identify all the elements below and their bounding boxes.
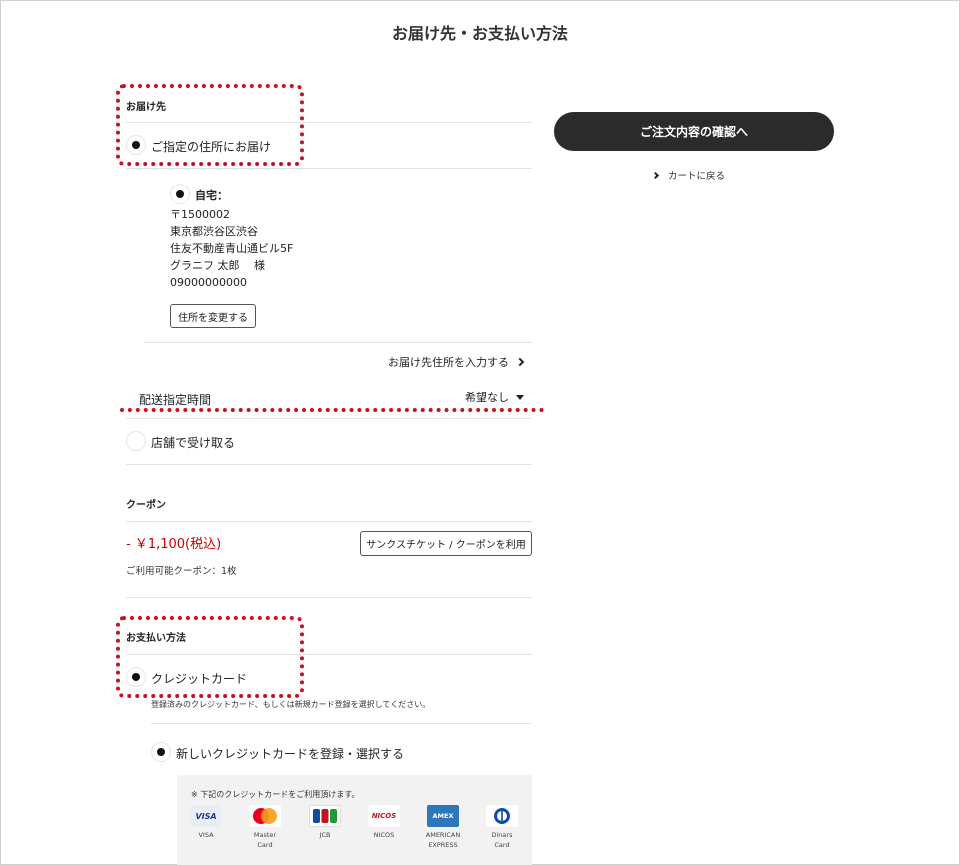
delivery-time-select[interactable]: 希望なし — [465, 389, 524, 405]
confirm-order-button[interactable]: ご注文内容の確認へ — [554, 112, 834, 151]
caret-down-icon — [516, 394, 524, 400]
address-line2: 住友不動産青山通ビル5F — [170, 242, 294, 255]
divider — [126, 597, 532, 598]
highlight-payment-box — [116, 616, 304, 698]
address-label: 自宅： — [195, 189, 228, 202]
address-postal: 〒1500002 — [170, 208, 230, 221]
card-name: NICOS — [373, 831, 395, 839]
accepted-cards-note: ※ 下記のクレジットカードをご利用頂けます。 — [191, 790, 360, 799]
address-home-radio[interactable] — [170, 184, 190, 204]
divider — [126, 168, 532, 169]
card-name: JCB — [319, 831, 331, 839]
card-name: Master Card — [253, 831, 277, 849]
amex-logo-icon: AMEX — [427, 805, 459, 827]
delivery-time-value: 希望なし — [465, 391, 509, 404]
card-name: VISA — [198, 831, 214, 839]
visa-logo-icon: VISA — [190, 805, 222, 827]
credit-card-note: 登録済みのクレジットカード、もしくは新規カード登録を選択してください。 — [151, 700, 431, 709]
delivery-time-label: 配送指定時間 — [139, 393, 212, 407]
card-amex: AMEX AMERICAN EXPRESS — [421, 805, 465, 850]
back-to-cart-label: カートに戻る — [668, 171, 726, 182]
divider — [126, 521, 532, 522]
store-pickup-radio[interactable] — [126, 431, 146, 451]
card-jcb: JCB — [303, 805, 347, 840]
highlight-delivery-time-line — [120, 408, 544, 412]
diners-logo-icon — [486, 805, 518, 827]
address-recipient-name: グラニフ 太郎 様 — [170, 259, 265, 272]
address-line1: 東京都渋谷区渋谷 — [170, 225, 258, 238]
mastercard-logo-icon — [249, 805, 281, 827]
coupon-heading: クーポン — [126, 500, 166, 511]
address-phone: 09000000000 — [170, 276, 247, 289]
jcb-logo-icon — [309, 805, 341, 827]
new-card-label[interactable]: 新しいクレジットカードを登録・選択する — [176, 745, 404, 762]
card-nicos: NICOS NICOS — [362, 805, 406, 840]
change-address-button[interactable]: 住所を変更する — [170, 304, 256, 328]
card-name: Dinars Card — [491, 831, 513, 849]
chevron-right-icon — [651, 171, 660, 179]
card-mastercard: Master Card — [243, 805, 287, 850]
card-name: AMERICAN EXPRESS — [425, 831, 461, 849]
coupon-discount: - ￥1,100(税込) — [126, 537, 222, 552]
store-pickup-label[interactable]: 店舗で受け取る — [151, 434, 235, 451]
nicos-logo-icon: NICOS — [368, 805, 400, 827]
divider — [126, 464, 532, 465]
divider — [144, 342, 532, 343]
divider — [126, 418, 532, 419]
card-visa: VISA VISA — [184, 805, 228, 840]
divider — [151, 723, 532, 724]
enter-address-link[interactable]: お届け先住所を入力する — [388, 354, 525, 370]
card-diners: Dinars Card — [480, 805, 524, 850]
enter-address-label: お届け先住所を入力する — [388, 356, 509, 369]
back-to-cart-link[interactable]: カートに戻る — [651, 168, 726, 182]
use-coupon-button[interactable]: サンクスチケット / クーポンを利用 — [360, 531, 532, 556]
accepted-cards-panel: ※ 下記のクレジットカードをご利用頂けます。 VISA VISA Master … — [177, 775, 532, 865]
chevron-right-icon — [515, 357, 525, 367]
highlight-delivery-box — [116, 84, 304, 166]
new-card-radio[interactable] — [151, 742, 171, 762]
page-title: お届け先・お支払い方法 — [391, 24, 568, 43]
coupon-available: ご利用可能クーポン：1枚 — [126, 566, 237, 577]
